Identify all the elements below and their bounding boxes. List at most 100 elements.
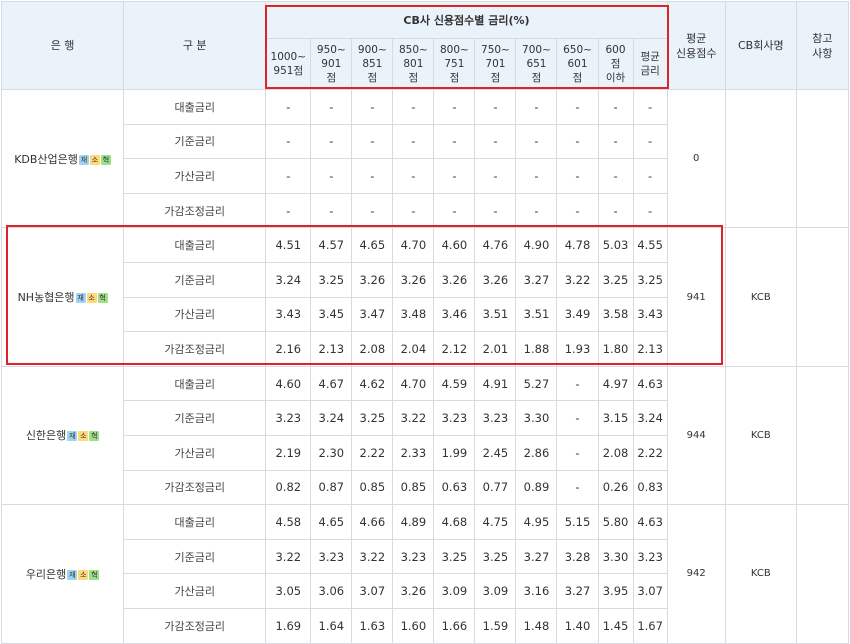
rate-value: 3.51 bbox=[474, 296, 517, 333]
rate-value: - bbox=[474, 192, 517, 229]
rate-value: 4.91 bbox=[474, 365, 517, 402]
rate-category: 가감조정금리 bbox=[123, 192, 267, 229]
header-score-col-8: 600 점 이하 bbox=[597, 38, 634, 90]
rate-value: 3.25 bbox=[632, 261, 668, 298]
rate-category: 가산금리 bbox=[123, 296, 267, 333]
rate-value: 1.64 bbox=[310, 607, 353, 644]
rate-value: 2.08 bbox=[597, 434, 634, 471]
rate-value: 1.45 bbox=[597, 607, 634, 644]
category-badge: 혁 bbox=[89, 431, 100, 442]
rate-value: 3.30 bbox=[515, 400, 558, 436]
rate-value: 3.27 bbox=[556, 573, 599, 609]
rate-value: 3.06 bbox=[310, 573, 353, 609]
rate-value: 3.22 bbox=[351, 538, 394, 575]
rate-category: 기준금리 bbox=[123, 123, 267, 160]
category-badge: 소 bbox=[89, 154, 100, 165]
rate-value: 3.05 bbox=[265, 573, 312, 609]
header-score-col-2: 900~ 851 점 bbox=[351, 38, 394, 90]
rate-value: - bbox=[597, 123, 634, 160]
rate-value: 3.27 bbox=[515, 538, 558, 575]
rate-value: 4.70 bbox=[392, 227, 435, 263]
rate-value: 1.67 bbox=[632, 607, 668, 644]
rate-value: 1.66 bbox=[433, 607, 476, 644]
rate-value: 2.13 bbox=[632, 331, 668, 367]
rate-value: - bbox=[556, 400, 599, 436]
header-score-col-1: 950~ 901 점 bbox=[310, 38, 353, 90]
rate-value: 2.01 bbox=[474, 331, 517, 367]
rate-value: - bbox=[556, 434, 599, 471]
note-cell bbox=[795, 227, 850, 367]
cb-company-cell: KCB bbox=[724, 227, 797, 367]
rate-value: 2.22 bbox=[632, 434, 668, 471]
rate-value: 3.07 bbox=[632, 573, 668, 609]
rate-value: 5.15 bbox=[556, 504, 599, 540]
category-badge: 소 bbox=[78, 431, 89, 442]
rate-value: 4.62 bbox=[351, 365, 394, 402]
rate-value: - bbox=[392, 123, 435, 160]
rate-value: 3.26 bbox=[351, 261, 394, 298]
rate-value: 4.66 bbox=[351, 504, 394, 540]
rate-value: 3.25 bbox=[597, 261, 634, 298]
rate-value: - bbox=[556, 192, 599, 229]
cb-company-cell bbox=[724, 88, 797, 229]
rate-value: 3.23 bbox=[392, 538, 435, 575]
rate-value: - bbox=[474, 158, 517, 194]
rate-value: 4.67 bbox=[310, 365, 353, 402]
header-cb-company: CB회사명 bbox=[724, 1, 797, 90]
header-score-col-3: 850~ 801 점 bbox=[392, 38, 435, 90]
category-badge: 혁 bbox=[100, 154, 111, 165]
rate-value: 4.76 bbox=[474, 227, 517, 263]
rate-value: 4.97 bbox=[597, 365, 634, 402]
rate-value: 0.89 bbox=[515, 469, 558, 506]
rate-value: 4.68 bbox=[433, 504, 476, 540]
rate-value: - bbox=[351, 158, 394, 194]
bank-name: NH농협은행 bbox=[17, 291, 75, 305]
rate-value: 3.16 bbox=[515, 573, 558, 609]
rate-value: 3.43 bbox=[632, 296, 668, 333]
rate-value: 3.09 bbox=[474, 573, 517, 609]
bank-name: KDB산업은행 bbox=[14, 152, 78, 166]
rate-value: 3.22 bbox=[265, 538, 312, 575]
table-row: NH농협은행 재 소 혁 대출금리 4.51 4.57 4.65 4.70 4.60 4.76 4.9… bbox=[0, 227, 850, 367]
rate-value: - bbox=[556, 89, 599, 125]
rate-value: 1.80 bbox=[597, 331, 634, 367]
rate-category: 가감조정금리 bbox=[123, 469, 267, 506]
header-score-col-4: 800~ 751 점 bbox=[433, 38, 476, 90]
category-badge: 재 bbox=[67, 569, 78, 580]
rate-value: 3.26 bbox=[433, 261, 476, 298]
rate-value: 2.19 bbox=[265, 434, 312, 471]
category-badge: 재 bbox=[67, 431, 78, 442]
rate-value: 3.15 bbox=[597, 400, 634, 436]
rate-value: - bbox=[265, 89, 312, 125]
rate-value: 2.22 bbox=[351, 434, 394, 471]
rate-value: 3.95 bbox=[597, 573, 634, 609]
header-score-col-9: 평균 금리 bbox=[632, 38, 668, 90]
table-row: 우리은행 재 소 혁 대출금리 4.58 4.65 4.66 4.89 4.68 4.75 4.95 5… bbox=[0, 504, 850, 644]
rate-value: 4.89 bbox=[392, 504, 435, 540]
rate-value: 4.65 bbox=[310, 504, 353, 540]
rate-value: 4.55 bbox=[632, 227, 668, 263]
rate-value: 3.23 bbox=[433, 400, 476, 436]
header-score-col-6: 700~ 651 점 bbox=[515, 38, 558, 90]
rate-value: 3.25 bbox=[310, 261, 353, 298]
rate-value: - bbox=[433, 89, 476, 125]
rate-value: 3.48 bbox=[392, 296, 435, 333]
rate-value: 2.04 bbox=[392, 331, 435, 367]
rate-value: - bbox=[310, 89, 353, 125]
avg-score-cell: 941 bbox=[666, 227, 726, 367]
rate-category: 가산금리 bbox=[123, 573, 267, 609]
rate-value: - bbox=[265, 123, 312, 160]
rate-value: 2.45 bbox=[474, 434, 517, 471]
header-avg-score: 평균 신용점수 bbox=[666, 1, 726, 90]
rate-value: 3.24 bbox=[310, 400, 353, 436]
rate-value: 3.49 bbox=[556, 296, 599, 333]
rate-value: 4.60 bbox=[265, 365, 312, 402]
rate-value: 4.75 bbox=[474, 504, 517, 540]
rate-value: 1.88 bbox=[515, 331, 558, 367]
rate-value: 0.83 bbox=[632, 469, 668, 506]
bank-name-cell: 신한은행 재 소 혁 bbox=[0, 365, 125, 506]
rate-value: 3.26 bbox=[392, 573, 435, 609]
rate-value: - bbox=[433, 158, 476, 194]
rate-value: 2.33 bbox=[392, 434, 435, 471]
rate-value: 1.40 bbox=[556, 607, 599, 644]
